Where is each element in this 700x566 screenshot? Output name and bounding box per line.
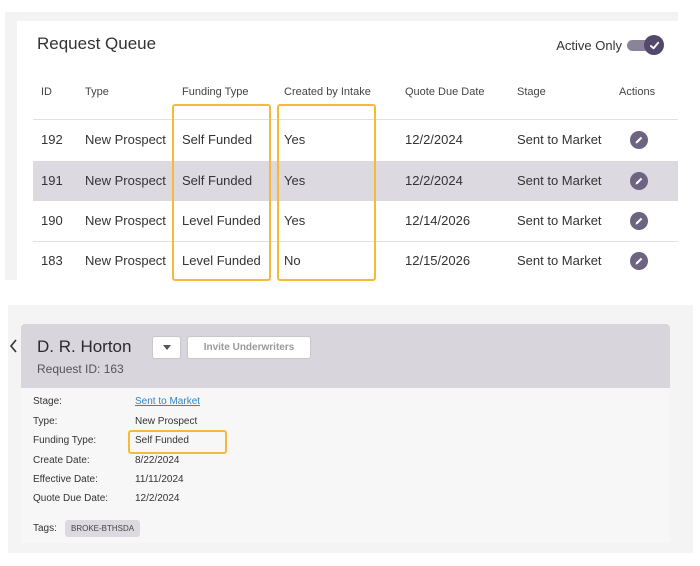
pencil-icon — [635, 177, 643, 185]
type-value: New Prospect — [135, 416, 198, 427]
request-detail-panel: D. R. Horton Request ID: 163 Invite Unde… — [21, 324, 670, 543]
col-header-funding-type: Funding Type — [182, 86, 249, 98]
cell-type: New Prospect — [85, 253, 166, 268]
created-by-intake-highlight — [277, 104, 376, 281]
table-header-row: ID Type Funding Type Created by Intake Q… — [17, 86, 678, 102]
funding-type-highlight — [172, 104, 271, 281]
cell-quote-due-date: 12/2/2024 — [405, 173, 463, 188]
cell-stage: Sent to Market — [517, 132, 602, 147]
detail-header: D. R. Horton Request ID: 163 Invite Unde… — [21, 324, 670, 388]
funding-type-value-highlight — [128, 430, 227, 454]
check-icon — [649, 41, 659, 49]
col-header-quote-due-date: Quote Due Date — [405, 86, 485, 98]
cell-quote-due-date: 12/15/2026 — [405, 253, 471, 268]
cell-stage: Sent to Market — [517, 253, 602, 268]
pencil-icon — [635, 136, 643, 144]
pencil-icon — [635, 257, 643, 265]
edit-button[interactable] — [630, 212, 648, 230]
tag-chip[interactable]: BROKE-BTHSDA — [65, 520, 141, 537]
cell-id: 183 — [41, 253, 63, 268]
cell-type: New Prospect — [85, 173, 166, 188]
cell-type: New Prospect — [85, 132, 166, 147]
cell-stage: Sent to Market — [517, 173, 602, 188]
col-header-type: Type — [85, 86, 109, 98]
edit-button[interactable] — [630, 131, 648, 149]
caret-down-icon — [162, 345, 171, 350]
cell-quote-due-date: 12/2/2024 — [405, 132, 463, 147]
toggle-knob — [644, 35, 664, 55]
stage-link[interactable]: Sent to Market — [135, 396, 200, 407]
active-only-toggle[interactable] — [627, 35, 664, 55]
edit-button[interactable] — [630, 172, 648, 190]
create-date-label: Create Date: — [33, 455, 90, 466]
col-header-id: ID — [41, 86, 52, 98]
request-id: Request ID: 163 — [37, 362, 124, 376]
stage-label: Stage: — [33, 396, 62, 407]
effective-date-label: Effective Date: — [33, 474, 98, 485]
cell-id: 192 — [41, 132, 63, 147]
queue-title: Request Queue — [37, 34, 157, 53]
col-header-actions: Actions — [619, 86, 656, 98]
create-date-value: 8/22/2024 — [135, 455, 180, 466]
quote-due-date-value: 12/2/2024 — [135, 493, 180, 504]
active-only-filter: Active Only — [556, 35, 664, 55]
col-header-created-by-intake: Created by Intake — [284, 86, 371, 98]
cell-id: 191 — [41, 173, 63, 188]
invite-underwriters-button[interactable]: Invite Underwriters — [187, 336, 311, 359]
active-only-label: Active Only — [556, 37, 622, 53]
cell-quote-due-date: 12/14/2026 — [405, 213, 471, 228]
pencil-icon — [635, 217, 643, 225]
quote-due-date-label: Quote Due Date: — [33, 493, 109, 504]
effective-date-value: 11/11/2024 — [135, 474, 184, 485]
col-header-stage: Stage — [517, 86, 546, 98]
back-button[interactable] — [9, 338, 18, 358]
company-name: D. R. Horton — [37, 337, 132, 356]
tags-label: Tags: — [33, 523, 57, 534]
edit-button[interactable] — [630, 252, 648, 270]
funding-type-label: Funding Type: — [33, 435, 97, 446]
cell-type: New Prospect — [85, 213, 166, 228]
actions-dropdown-button[interactable] — [152, 336, 181, 359]
cell-id: 190 — [41, 213, 63, 228]
chevron-left-icon — [9, 339, 17, 353]
cell-stage: Sent to Market — [517, 213, 602, 228]
type-label: Type: — [33, 416, 58, 427]
